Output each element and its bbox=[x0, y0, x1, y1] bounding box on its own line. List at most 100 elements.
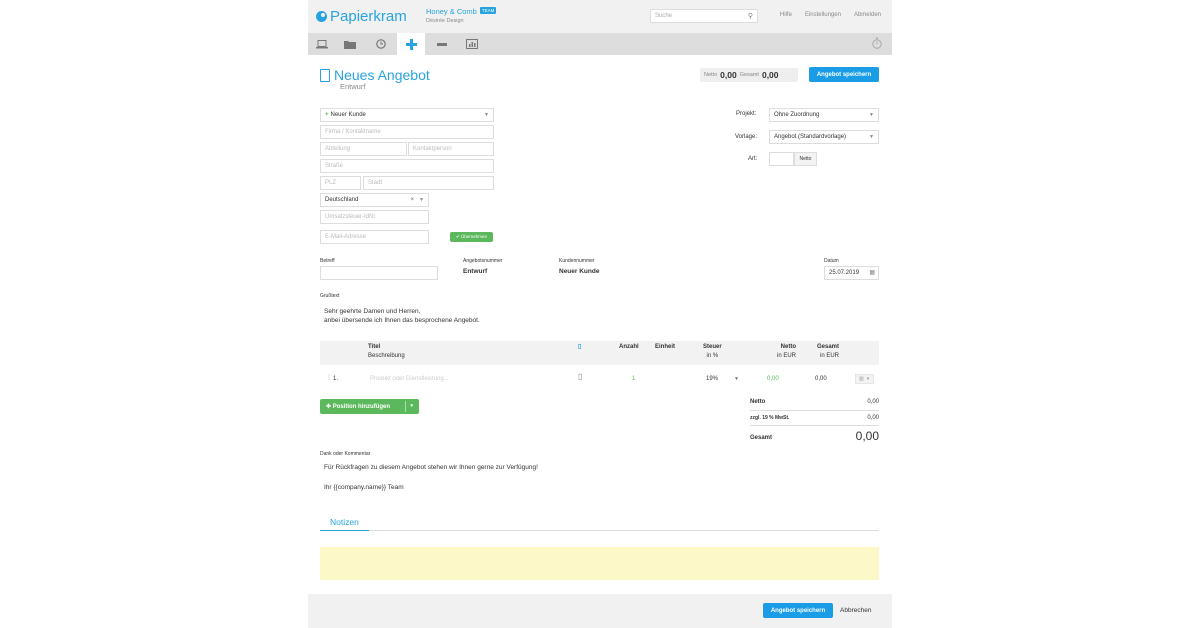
contact-person-field[interactable]: Kontaktperson bbox=[408, 142, 494, 156]
subject-field[interactable] bbox=[320, 266, 438, 280]
logout-link[interactable]: Abmelden bbox=[854, 12, 881, 18]
summary-net-value: 0,00 bbox=[867, 399, 879, 405]
papierkram-logo[interactable]: Papierkram bbox=[316, 8, 407, 25]
clear-icon[interactable]: × bbox=[410, 197, 414, 203]
company-name: Honey & Comb bbox=[426, 7, 477, 16]
summary-vat-label: zzgl. 19 % MwSt. bbox=[750, 415, 790, 421]
template-value: Angebot (Standardvorlage) bbox=[774, 134, 847, 140]
apply-button[interactable]: ✔ Übernehmen bbox=[450, 232, 493, 242]
city-field[interactable]: Stadt bbox=[363, 176, 494, 190]
col-tax-sub: in % bbox=[706, 353, 719, 359]
col-description-label: Beschreibung bbox=[368, 353, 405, 359]
clock-icon[interactable] bbox=[367, 33, 395, 55]
type-label: Art: bbox=[748, 156, 758, 162]
customer-select-value: Neuer Kunde bbox=[330, 112, 366, 118]
project-label: Projekt: bbox=[736, 111, 757, 117]
company-field[interactable]: Firma / Kontaktname bbox=[320, 125, 494, 139]
document-icon[interactable]: ▯ bbox=[578, 372, 582, 381]
drag-handle-icon[interactable]: ⋮ bbox=[326, 374, 332, 381]
street-field[interactable]: Straße bbox=[320, 159, 494, 173]
minus-icon[interactable] bbox=[428, 33, 456, 55]
email-field[interactable]: E-Mail-Adresse bbox=[320, 230, 429, 244]
col-net: Netto in EUR bbox=[762, 343, 796, 361]
stopwatch-icon[interactable] bbox=[872, 37, 882, 52]
type-toggle-left[interactable] bbox=[769, 152, 794, 166]
col-total-sub: in EUR bbox=[819, 353, 839, 359]
chevron-down-icon: ▼ bbox=[419, 197, 424, 203]
comment-label: Dank oder Kommentar bbox=[320, 451, 371, 457]
plus-icon[interactable] bbox=[397, 33, 425, 55]
col-net-label: Netto bbox=[780, 344, 796, 350]
main-nav bbox=[308, 33, 892, 55]
totals-gesamt-value: 0,00 bbox=[761, 70, 779, 80]
department-field[interactable]: Abteilung bbox=[320, 142, 407, 156]
help-link[interactable]: Hilfe bbox=[780, 12, 792, 18]
col-title: Titel Beschreibung bbox=[368, 343, 405, 361]
team-badge: TEAM bbox=[479, 7, 497, 14]
search-input[interactable]: Suche ⚲ bbox=[650, 9, 758, 23]
app-window: Papierkram Honey & Comb TEAM Désirée Desi… bbox=[308, 0, 892, 628]
page-status: Entwurf bbox=[340, 82, 366, 91]
col-qty: Anzahl bbox=[619, 344, 639, 350]
chevron-down-icon: ▾ bbox=[866, 376, 870, 382]
date-field[interactable]: 25.07.2019 ▦ bbox=[824, 266, 879, 280]
product-input[interactable]: Produkt oder Dienstleistung... bbox=[370, 376, 449, 382]
plus-icon: + bbox=[325, 112, 329, 118]
totals-summary: Netto 0,00 Gesamt 0,00 bbox=[700, 68, 798, 82]
totals-netto-value: 0,00 bbox=[720, 70, 737, 80]
save-offer-button-top[interactable]: Angebot speichern bbox=[809, 67, 879, 82]
customer-number-label: Kundennummer bbox=[559, 258, 595, 264]
comment-text[interactable]: Für Rückfragen zu diesem Angebot stehen … bbox=[324, 463, 538, 492]
country-select[interactable]: Deutschland × ▼ bbox=[320, 193, 429, 207]
col-tax: Steuer in % bbox=[703, 343, 722, 361]
footer-bar: Angebot speichern Abbrechen bbox=[308, 594, 892, 628]
company-switcher[interactable]: Honey & Comb TEAM Désirée Design bbox=[426, 7, 497, 24]
chevron-down-icon[interactable]: ▾ bbox=[410, 403, 413, 409]
cancel-button[interactable]: Abbrechen bbox=[840, 607, 871, 614]
net-value[interactable]: 0,00 bbox=[767, 376, 779, 382]
add-position-button[interactable]: ✚ Position hinzufügen ▾ bbox=[320, 399, 419, 414]
laptop-icon[interactable] bbox=[308, 33, 336, 55]
chevron-down-icon[interactable]: ▼ bbox=[734, 376, 739, 382]
customer-select[interactable]: + Neuer Kunde ▼ bbox=[320, 108, 494, 122]
summary-total-row: Gesamt 0,00 bbox=[750, 429, 879, 443]
col-total: Gesamt in EUR bbox=[807, 343, 839, 361]
tab-notes[interactable]: Notizen bbox=[320, 513, 369, 531]
notes-textarea[interactable] bbox=[320, 547, 879, 580]
save-offer-button[interactable]: Angebot speichern bbox=[763, 603, 833, 618]
chart-icon[interactable] bbox=[458, 33, 486, 55]
comment-line-2: Ihr {{company.name}} Team bbox=[324, 484, 404, 491]
qty-value[interactable]: 1 bbox=[632, 376, 635, 382]
row-actions-button[interactable]: ▥ ▾ bbox=[855, 374, 874, 384]
project-select[interactable]: Ohne Zuordnung ▼ bbox=[769, 108, 879, 122]
folder-icon[interactable] bbox=[336, 33, 364, 55]
customer-number-value: Neuer Kunde bbox=[559, 268, 600, 275]
greeting-text[interactable]: Sehr geehrte Damen und Herren, anbei übe… bbox=[324, 307, 480, 325]
total-value: 0,00 bbox=[815, 376, 827, 382]
template-select[interactable]: Angebot (Standardvorlage) ▼ bbox=[769, 130, 879, 144]
trash-icon: ▥ bbox=[859, 376, 864, 382]
settings-link[interactable]: Einstellungen bbox=[805, 12, 841, 18]
calendar-icon[interactable]: ▦ bbox=[869, 269, 875, 276]
type-toggle-netto[interactable]: Netto bbox=[794, 152, 817, 166]
summary-total-value: 0,00 bbox=[855, 429, 879, 443]
positions-table-header: Titel Beschreibung ▯ Anzahl Einheit Steue… bbox=[320, 341, 879, 365]
brand-name: Papierkram bbox=[330, 8, 407, 25]
zip-field[interactable]: PLZ bbox=[320, 176, 361, 190]
document-icon[interactable]: ▯ bbox=[578, 343, 581, 352]
project-value: Ohne Zuordnung bbox=[774, 112, 820, 118]
summary-net-label: Netto bbox=[750, 399, 766, 405]
totals-gesamt-label: Gesamt bbox=[739, 72, 759, 78]
chevron-down-icon: ▼ bbox=[484, 112, 489, 118]
search-icon[interactable]: ⚲ bbox=[748, 12, 753, 20]
table-row: ⋮ 1. Produkt oder Dienstleistung... ▯ 1 … bbox=[320, 369, 879, 389]
greeting-line-1: Sehr geehrte Damen und Herren, bbox=[324, 308, 421, 315]
tax-value[interactable]: 19% bbox=[706, 376, 718, 382]
greeting-line-2: anbei übersende ich Ihnen das besprochen… bbox=[324, 317, 480, 324]
date-label: Datum bbox=[824, 258, 839, 264]
vat-id-field[interactable]: Umsatzsteuer-IdNr. bbox=[320, 210, 429, 224]
template-label: Vorlage: bbox=[735, 134, 758, 140]
chevron-down-icon: ▼ bbox=[869, 112, 874, 118]
comment-line-1: Für Rückfragen zu diesem Angebot stehen … bbox=[324, 464, 538, 471]
subject-label: Betreff bbox=[320, 258, 335, 264]
